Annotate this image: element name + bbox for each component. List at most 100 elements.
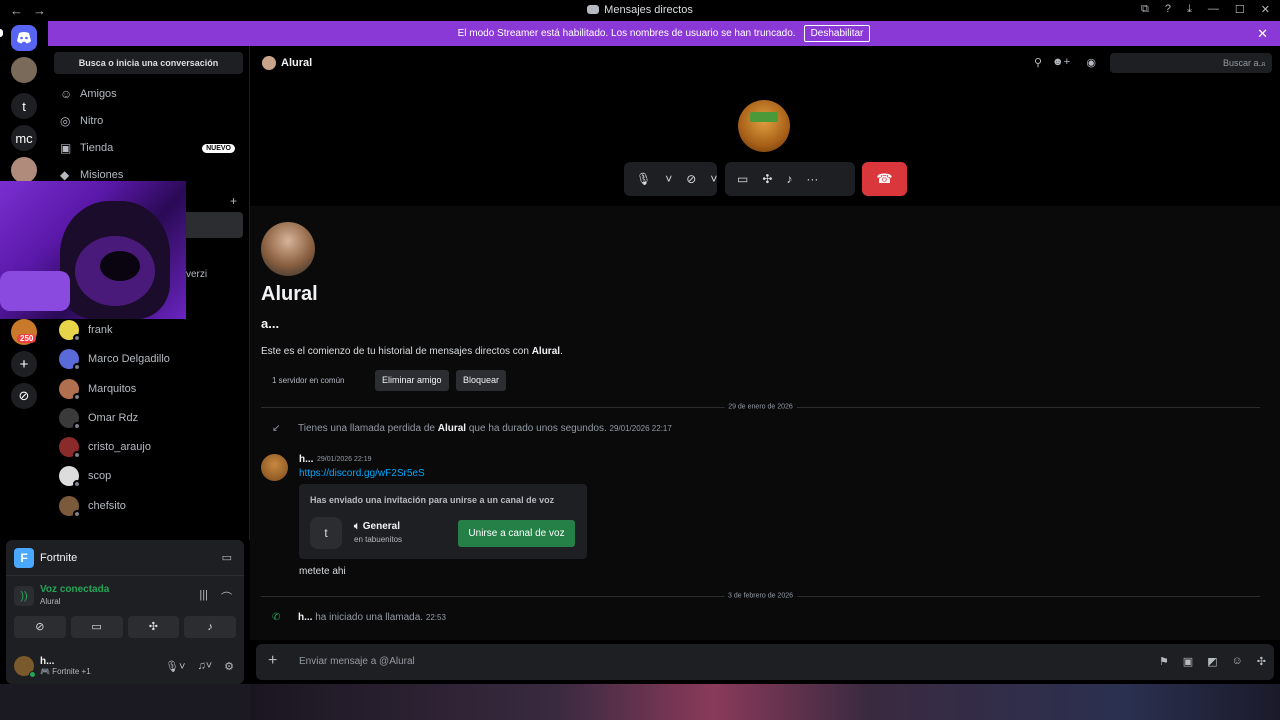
signal-icon[interactable]: )) [14, 586, 34, 606]
add-server-button[interactable]: + [11, 351, 37, 377]
help-icon[interactable]: ? [1165, 3, 1171, 16]
invite-channel: 🔈︎ General [354, 521, 400, 532]
sidebar-item-friends[interactable]: ☺ Amigos [48, 81, 249, 107]
noise-suppression-icon[interactable]: ||| [199, 589, 208, 601]
call-started-message: ✆ h... ha iniciado una llamada. 22:53 [272, 612, 446, 623]
server-avatar-1[interactable] [11, 57, 37, 83]
online-status [29, 671, 36, 678]
voice-invite-card: Has enviado una invitación para unirse a… [299, 484, 587, 559]
message-timestamp: 29/01/2026 22:17 [609, 424, 672, 433]
download-icon[interactable]: ⤓ [1187, 3, 1192, 16]
add-attachment-icon[interactable]: + [268, 652, 277, 670]
server-avatar-2[interactable] [11, 157, 37, 183]
discord-logo-icon [17, 32, 31, 44]
home-indicator [0, 29, 3, 37]
gift-icon[interactable]: ⚑ [1159, 655, 1169, 668]
minimize-button[interactable]: — [1208, 3, 1219, 16]
status-indicator [73, 509, 81, 518]
settings-gear-icon[interactable]: ⚙ [224, 660, 234, 673]
sidebar-item-nitro[interactable]: ◎ Nitro [48, 108, 249, 134]
profile-icon[interactable]: ◉ [1086, 56, 1096, 69]
dm-list-item[interactable]: Marquitos [48, 374, 249, 403]
voice-channel-name[interactable]: Alural [40, 597, 244, 606]
profile-tagline: a... [261, 316, 280, 331]
explore-button[interactable]: ⊘ [11, 383, 37, 409]
discord-home-button[interactable] [11, 25, 37, 51]
webcam-overlay [0, 181, 186, 319]
caller-avatar[interactable] [738, 100, 790, 152]
add-friend-icon[interactable]: ☻+ [1052, 56, 1070, 68]
message-author[interactable]: h... [299, 454, 313, 465]
dm-list-item[interactable]: Marco Delgadillo [48, 345, 249, 374]
close-window-button[interactable]: ✕ [1261, 3, 1270, 16]
user-panel: h... 🎮 Fortnite +1 🎙︎˅ ♫˅ ⚙ [6, 650, 244, 682]
avatar[interactable] [261, 454, 288, 481]
gif-icon[interactable]: ▣ [1183, 655, 1193, 668]
dm-list-item[interactable]: frank [48, 315, 249, 344]
server-t[interactable]: t [11, 93, 37, 119]
activity-panel: F Fortnite ▭ )) Voz conectada Alural |||… [6, 540, 244, 684]
date-divider: 3 de febrero de 2026 [261, 592, 1260, 600]
profile-name: Alural [261, 283, 318, 305]
dm-intro: Este es el comienzo de tu historial de m… [261, 346, 563, 357]
dm-partial-name: verzi [186, 269, 208, 280]
dm-name: chefsito [88, 499, 126, 512]
missed-call-icon: ↙ [272, 423, 281, 434]
activities-icon[interactable]: ✣ [762, 172, 772, 186]
end-call-button[interactable]: ☎ [862, 162, 907, 196]
chevron-down-icon[interactable]: ˅ [710, 172, 717, 186]
search-icon: ⌕ [1260, 58, 1266, 68]
call-author[interactable]: h... [298, 612, 312, 623]
speaker-icon: 🔈︎ [354, 521, 363, 532]
emoji-icon[interactable]: ☺ [1232, 655, 1243, 668]
headphones-icon[interactable]: ♫˅ [197, 660, 212, 673]
search-input[interactable]: Buscar a... ⌕ [1110, 53, 1272, 73]
block-button[interactable]: Bloquear [456, 370, 507, 391]
dm-list-item[interactable]: chefsito [48, 491, 249, 520]
server-mc[interactable]: mc [11, 125, 37, 151]
dm-list-item[interactable]: cristo_araujo [48, 432, 249, 461]
date-label: 29 de enero de 2026 [724, 403, 797, 411]
find-conversation-button[interactable]: Busca o inicia una conversación [54, 52, 243, 74]
sidebar-item-shop[interactable]: ▣ Tienda NUEVO [48, 135, 249, 161]
activities-button[interactable]: ✣ [127, 616, 180, 638]
soundboard-icon[interactable]: ♪ [786, 172, 792, 186]
message-timestamp: 29/01/2026 22:19 [317, 456, 372, 463]
join-voice-button[interactable]: Unirse a canal de voz [458, 520, 575, 547]
camera-off-icon[interactable]: ⊘ [686, 172, 696, 186]
date-divider: 29 de enero de 2026 [261, 403, 1260, 411]
game-activity[interactable]: F Fortnite ▭ [6, 540, 244, 576]
stream-icon[interactable]: ▭ [222, 551, 232, 564]
create-dm-icon[interactable]: + [230, 194, 237, 208]
dm-name: cristo_araujo [88, 441, 151, 454]
sidebar-item-label: Nitro [80, 115, 104, 127]
screen-share-icon[interactable]: ▭ [737, 172, 748, 186]
dm-name: scop [88, 470, 112, 483]
remove-friend-button[interactable]: Eliminar amigo [375, 370, 449, 391]
status-indicator [73, 363, 81, 372]
maximize-button[interactable]: ☐ [1235, 3, 1245, 16]
dm-name: Marquitos [88, 382, 137, 395]
disable-streamer-button[interactable]: Deshabilitar [803, 25, 871, 42]
apps-icon[interactable]: ✣ [1257, 655, 1266, 668]
invite-link[interactable]: https://discord.gg/wF2Sr5eS [299, 468, 425, 479]
pin-icon[interactable]: ⚲ [1034, 56, 1042, 69]
message-input[interactable]: Enviar mensaje a @Alural [299, 656, 415, 667]
header-name: Alural [281, 57, 313, 69]
screen-icon[interactable]: ⧉ [1141, 3, 1149, 16]
disconnect-icon[interactable]: ⌒ [221, 589, 232, 605]
microphone-icon[interactable]: 🎙︎˅ [165, 660, 185, 673]
chevron-down-icon[interactable]: ˅ [665, 172, 672, 186]
more-icon[interactable]: ··· [806, 172, 818, 186]
avatar[interactable] [14, 656, 36, 678]
microphone-icon[interactable]: 🎙︎ [636, 172, 651, 186]
sticker-icon[interactable]: ◩ [1207, 655, 1217, 668]
dm-list-item[interactable]: scop [48, 462, 249, 491]
profile-avatar[interactable] [261, 222, 315, 276]
dm-list-item[interactable]: Omar Rdz [48, 403, 249, 432]
soundboard-button[interactable]: ♪ [184, 616, 236, 638]
screen-share-button[interactable]: ▭ [70, 616, 123, 638]
camera-off-button[interactable]: ⊘ [14, 616, 66, 638]
mutual-servers[interactable]: 1 servidor en común [272, 376, 344, 385]
close-banner-icon[interactable]: ✕ [1257, 26, 1268, 42]
